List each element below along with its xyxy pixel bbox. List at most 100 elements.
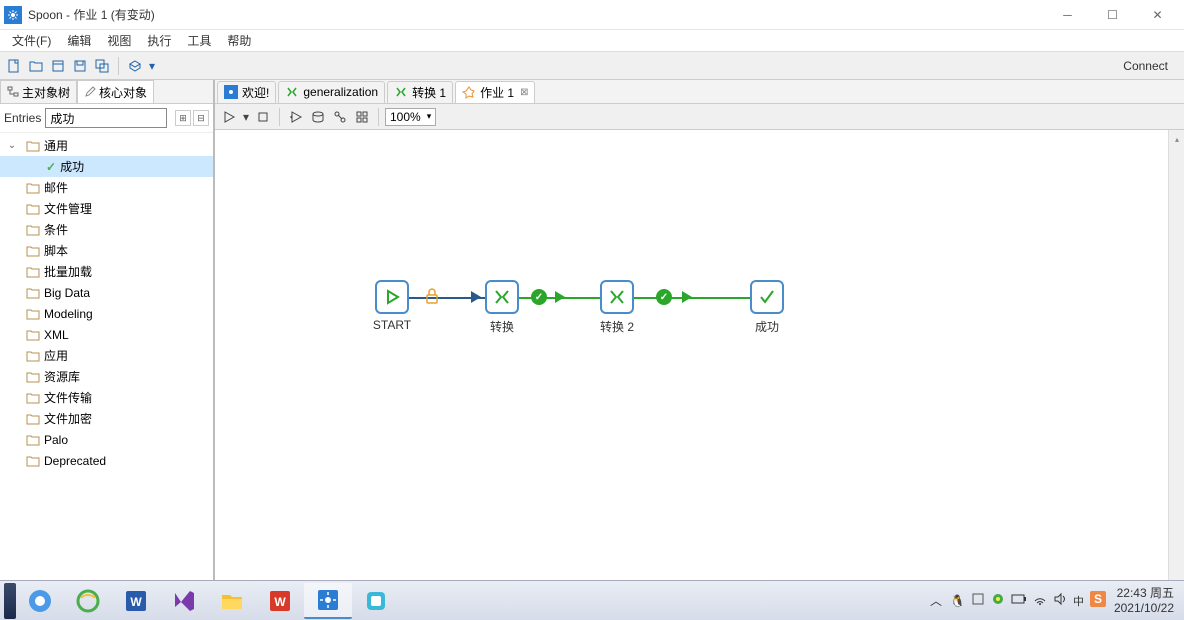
taskbar-vs-icon[interactable]: [160, 583, 208, 619]
tray-ime-icon[interactable]: 中: [1073, 593, 1084, 609]
file-tab-0[interactable]: 欢迎!: [217, 81, 276, 103]
taskbar-ie-icon[interactable]: [64, 583, 112, 619]
save-as-icon[interactable]: [92, 56, 112, 76]
run-icon[interactable]: [219, 107, 239, 127]
tray-qq-icon[interactable]: 🐧: [950, 594, 965, 608]
tree-item-2[interactable]: 邮件: [0, 177, 213, 198]
tree-item-0[interactable]: ⌄通用: [0, 135, 213, 156]
tree-item-5[interactable]: 脚本: [0, 240, 213, 261]
menu-tools[interactable]: 工具: [179, 30, 219, 51]
menu-help[interactable]: 帮助: [219, 30, 259, 51]
tray-sogou-icon[interactable]: S: [1090, 591, 1106, 610]
lock-icon: [425, 288, 439, 307]
tree-item-4[interactable]: 条件: [0, 219, 213, 240]
tree-label: Deprecated: [44, 454, 106, 468]
tab-label: generalization: [303, 85, 378, 99]
tree-label: Big Data: [44, 286, 90, 300]
chevron-down-icon: ▾: [427, 111, 432, 122]
explore-icon[interactable]: [48, 56, 68, 76]
tree-label: 文件传输: [44, 389, 92, 406]
sql-icon[interactable]: [308, 107, 328, 127]
node-trans1[interactable]: 转换: [485, 280, 519, 335]
tree-item-8[interactable]: Modeling: [0, 303, 213, 324]
replay-icon[interactable]: [286, 107, 306, 127]
tree-item-9[interactable]: XML: [0, 324, 213, 345]
perspective-icon[interactable]: [125, 56, 145, 76]
tree-item-10[interactable]: 应用: [0, 345, 213, 366]
taskbar-app-icon[interactable]: [352, 583, 400, 619]
collapse-all-icon[interactable]: ⊟: [193, 110, 209, 126]
run-dropdown-icon[interactable]: ▾: [241, 107, 251, 127]
align-icon[interactable]: [352, 107, 372, 127]
tray-shield-icon[interactable]: [971, 592, 985, 609]
node-success[interactable]: 成功: [750, 280, 784, 335]
stop-icon[interactable]: [253, 107, 273, 127]
folder-icon: [26, 392, 40, 404]
tree-label: 邮件: [44, 179, 68, 196]
sidebar-tab-main-tree[interactable]: 主对象树: [0, 80, 77, 103]
tree-label: 批量加载: [44, 263, 92, 280]
node-box: [750, 280, 784, 314]
tree-item-13[interactable]: 文件加密: [0, 408, 213, 429]
tree-item-14[interactable]: Palo: [0, 429, 213, 450]
file-tab-1[interactable]: generalization: [278, 81, 385, 103]
tray-battery-icon[interactable]: [1011, 593, 1027, 608]
tree-toggle-icon[interactable]: ⌄: [6, 140, 18, 151]
taskbar-wps-icon[interactable]: W: [256, 583, 304, 619]
vertical-scrollbar[interactable]: ▴: [1168, 130, 1184, 580]
menu-edit[interactable]: 编辑: [59, 30, 99, 51]
taskbar-browser-icon[interactable]: [16, 583, 64, 619]
save-icon[interactable]: [70, 56, 90, 76]
menu-file[interactable]: 文件(F): [4, 30, 59, 51]
expand-all-icon[interactable]: ⊞: [175, 110, 191, 126]
tree-item-3[interactable]: 文件管理: [0, 198, 213, 219]
svg-text:W: W: [130, 595, 142, 609]
tree-item-12[interactable]: 文件传输: [0, 387, 213, 408]
menu-run[interactable]: 执行: [139, 30, 179, 51]
maximize-button[interactable]: ☐: [1090, 0, 1135, 30]
file-tab-3[interactable]: 作业 1⊠: [455, 81, 535, 103]
tab-close-icon[interactable]: ⊠: [520, 87, 528, 98]
tree-item-1[interactable]: ✓成功: [0, 156, 213, 177]
taskbar-explorer-icon[interactable]: [208, 583, 256, 619]
node-label: 转换 2: [580, 318, 654, 335]
new-file-icon[interactable]: [4, 56, 24, 76]
start-button[interactable]: [4, 583, 16, 619]
zoom-select[interactable]: 100% ▾: [385, 108, 436, 126]
tray-volume-icon[interactable]: [1053, 592, 1067, 609]
tab-icon: [394, 85, 408, 99]
node-start[interactable]: START: [375, 280, 409, 332]
tree: ⌄通用✓成功邮件文件管理条件脚本批量加载 Big Data ModelingXML 应…: [0, 133, 213, 580]
tree-label: 资源库: [44, 368, 80, 385]
taskbar-word-icon[interactable]: W: [112, 583, 160, 619]
node-trans2[interactable]: 转换 2: [600, 280, 634, 335]
tray-360-icon[interactable]: [991, 592, 1005, 609]
search-input[interactable]: [45, 108, 167, 128]
tray-wifi-icon[interactable]: [1033, 592, 1047, 609]
check-badge-icon: ✓: [656, 289, 672, 305]
sidebar-tab-core-objects[interactable]: 核心对象: [77, 80, 154, 103]
workspace: 主对象树 核心对象 Entries ⊞ ⊟ ⌄通用✓成功邮件文件管理条件脚本批量…: [0, 80, 1184, 580]
impact-icon[interactable]: [330, 107, 350, 127]
close-button[interactable]: ✕: [1135, 0, 1180, 30]
connect-button[interactable]: Connect: [1111, 57, 1180, 75]
canvas[interactable]: ▴ ✓✓START转换转换 2成功: [215, 130, 1184, 580]
tree-item-6[interactable]: 批量加载: [0, 261, 213, 282]
dropdown-icon[interactable]: ▾: [147, 56, 157, 76]
file-tab-2[interactable]: 转换 1: [387, 81, 453, 103]
tree-item-7[interactable]: Big Data: [0, 282, 213, 303]
tab-icon: [462, 85, 476, 99]
titlebar: Spoon - 作业 1 (有变动) ─ ☐ ✕: [0, 0, 1184, 30]
arrow-icon: [682, 291, 692, 303]
taskbar-spoon-icon[interactable]: [304, 583, 352, 619]
tree-item-11[interactable]: 资源库: [0, 366, 213, 387]
scroll-up-icon[interactable]: ▴: [1171, 132, 1183, 146]
tray-chevron-icon[interactable]: ︿: [930, 592, 942, 609]
tree-label: 应用: [44, 347, 68, 364]
minimize-button[interactable]: ─: [1045, 0, 1090, 30]
tree-item-15[interactable]: Deprecated: [0, 450, 213, 471]
menu-view[interactable]: 视图: [99, 30, 139, 51]
open-file-icon[interactable]: [26, 56, 46, 76]
folder-icon: [26, 413, 40, 425]
taskbar-clock[interactable]: 22:43 周五 2021/10/22: [1114, 586, 1174, 615]
